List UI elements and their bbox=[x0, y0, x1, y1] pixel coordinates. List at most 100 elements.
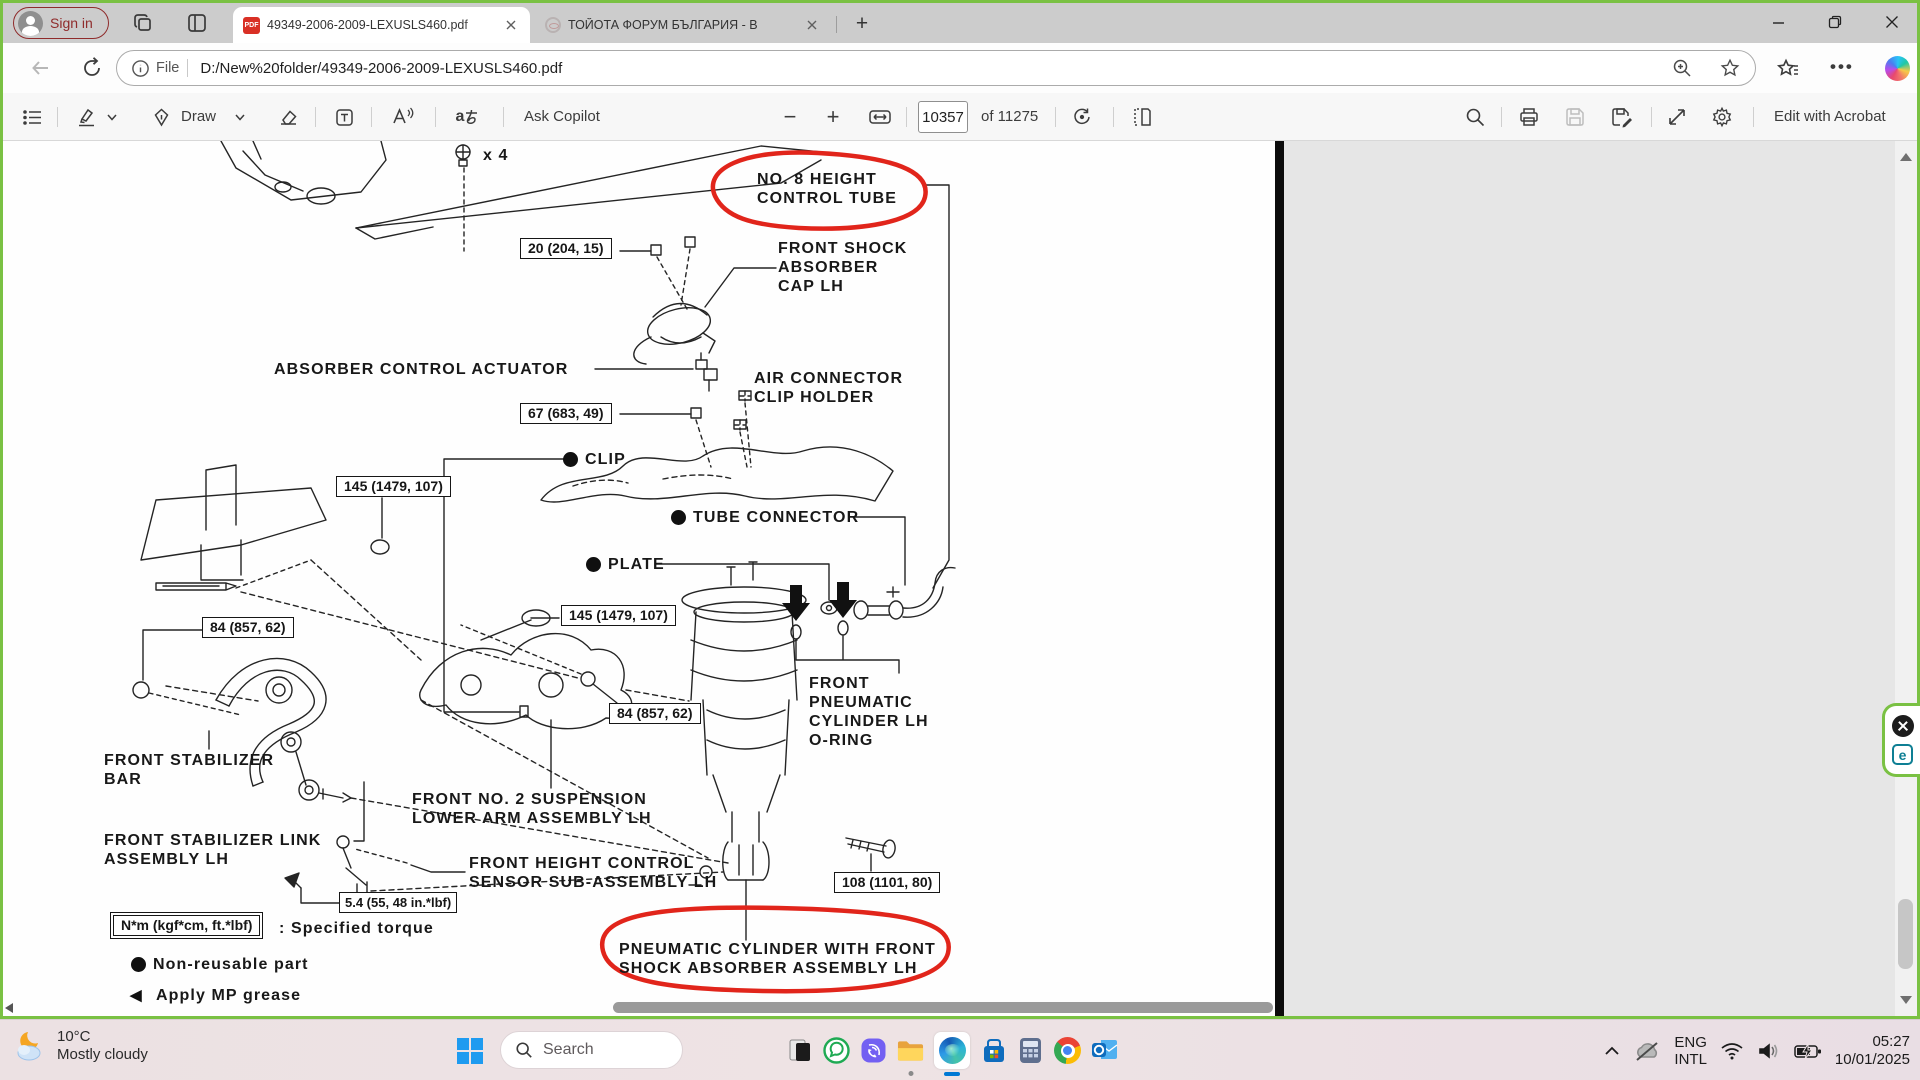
window-restore-button[interactable] bbox=[1812, 3, 1858, 41]
tab-forum-close-icon[interactable] bbox=[804, 17, 820, 33]
window-close-button[interactable] bbox=[1869, 3, 1915, 41]
app-icon-file-explorer[interactable] bbox=[897, 1032, 924, 1069]
tab-actions-icon[interactable] bbox=[185, 11, 209, 35]
toolbar-separator bbox=[906, 107, 907, 127]
app-icon-microsoft-store[interactable] bbox=[980, 1032, 1007, 1069]
zoom-out-icon[interactable]: − bbox=[778, 105, 802, 129]
tab-forum-title: ТОЙОТА ФОРУМ БЪЛГАРИЯ - В bbox=[568, 18, 798, 32]
app-icon-whatsapp[interactable] bbox=[823, 1032, 850, 1069]
diagram-label-spec-torque-note: : Specified torque bbox=[279, 919, 434, 938]
search-document-icon[interactable] bbox=[1461, 105, 1489, 129]
app-icon-edge-active[interactable] bbox=[934, 1032, 970, 1069]
highlight-icon[interactable] bbox=[73, 105, 99, 129]
hscroll-left-arrow-icon[interactable] bbox=[5, 1003, 13, 1013]
refresh-icon[interactable] bbox=[80, 56, 104, 80]
settings-more-icon[interactable]: ••• bbox=[1830, 57, 1854, 81]
save-icon[interactable] bbox=[1561, 105, 1589, 129]
scheme-label: File bbox=[156, 60, 179, 76]
fullscreen-icon[interactable] bbox=[1663, 105, 1691, 129]
print-icon[interactable] bbox=[1515, 105, 1543, 129]
app-icon-photos[interactable] bbox=[786, 1032, 813, 1069]
weather-condition: Mostly cloudy bbox=[57, 1046, 148, 1064]
page-number-input[interactable] bbox=[918, 101, 968, 133]
favorites-bar-icon[interactable] bbox=[1776, 57, 1800, 81]
toolbar-separator bbox=[57, 107, 58, 127]
sign-in-button[interactable]: Sign in bbox=[13, 7, 109, 39]
grease-arrow-icon: ◀ bbox=[130, 986, 142, 1005]
draw-label[interactable]: Draw bbox=[181, 105, 216, 129]
vscroll-down-arrow-icon[interactable] bbox=[1900, 996, 1912, 1004]
toc-icon[interactable] bbox=[19, 105, 45, 129]
tray-chevron-up-icon[interactable] bbox=[1604, 1045, 1620, 1057]
diagram-label-front-shock-absorber-cap: FRONT SHOCKABSORBERCAP LH bbox=[778, 239, 907, 296]
zoom-in-icon[interactable]: + bbox=[821, 105, 845, 129]
translate-icon[interactable]: a bbox=[451, 105, 485, 129]
address-bar[interactable]: File D:/New%20folder/49349-2006-2009-LEX… bbox=[116, 50, 1756, 86]
vscroll-up-arrow-icon[interactable] bbox=[1900, 153, 1912, 161]
taskbar-clock[interactable]: 05:27 10/01/2025 bbox=[1835, 1033, 1910, 1069]
workspaces-icon[interactable] bbox=[131, 11, 155, 35]
toolbar-separator bbox=[1651, 107, 1652, 127]
eset-banking-flyout[interactable]: e bbox=[1882, 703, 1920, 777]
language-indicator[interactable]: ENG INTL bbox=[1674, 1034, 1707, 1068]
battery-charging-icon[interactable] bbox=[1794, 1042, 1822, 1060]
diagram-label-tube-connector: TUBE CONNECTOR bbox=[693, 508, 859, 527]
draw-chevron-icon[interactable] bbox=[231, 105, 249, 129]
language-line1: ENG bbox=[1674, 1034, 1707, 1051]
taskbar-app-icons bbox=[786, 1032, 1118, 1069]
favorite-star-icon[interactable] bbox=[1719, 57, 1741, 79]
weather-icon bbox=[14, 1030, 48, 1062]
diagram-labels-layer: x 4NO. 8 HEIGHTCONTROL TUBEFRONT SHOCKAB… bbox=[3, 141, 1275, 1016]
wifi-icon[interactable] bbox=[1720, 1041, 1744, 1061]
back-icon[interactable] bbox=[29, 56, 53, 80]
highlight-chevron-icon[interactable] bbox=[103, 105, 121, 129]
onedrive-paused-icon[interactable] bbox=[1633, 1040, 1661, 1062]
window-minimize-button[interactable] bbox=[1755, 3, 1801, 41]
draw-pen-icon[interactable] bbox=[148, 105, 174, 129]
toyota-favicon bbox=[545, 17, 561, 33]
volume-icon[interactable] bbox=[1757, 1041, 1781, 1061]
clock-time: 05:27 bbox=[1835, 1033, 1910, 1051]
diagram-label-apply-mp-grease: Apply MP grease◀ bbox=[156, 986, 301, 1005]
copilot-icon[interactable] bbox=[1885, 56, 1910, 81]
taskbar-search[interactable]: Search bbox=[500, 1031, 683, 1069]
app-icon-calculator[interactable] bbox=[1017, 1032, 1044, 1069]
diagram-torque-84-right: 84 (857, 62) bbox=[609, 703, 701, 724]
save-as-icon[interactable] bbox=[1607, 105, 1635, 129]
tab-pdf[interactable]: PDF 49349-2006-2009-LEXUSLS460.pdf bbox=[233, 7, 530, 43]
screen: Sign in PDF 49349-2006-2009-LEXUSLS460.p… bbox=[0, 0, 1920, 1080]
vertical-scrollbar[interactable] bbox=[1895, 141, 1917, 1016]
rotate-icon[interactable] bbox=[1068, 105, 1096, 129]
toolbar-separator bbox=[315, 107, 316, 127]
diagram-spec-torque-box: N*m (kgf*cm, ft.*lbf) bbox=[113, 915, 260, 936]
non-reusable-dot-icon bbox=[586, 557, 601, 572]
diagram-label-front-pneumatic-cylinder-o-ring: FRONTPNEUMATICCYLINDER LHO-RING bbox=[809, 674, 929, 750]
diagram-label-front-no2-suspension-lower-arm: FRONT NO. 2 SUSPENSIONLOWER ARM ASSEMBLY… bbox=[412, 790, 652, 828]
read-aloud-icon[interactable] bbox=[387, 105, 417, 129]
edit-with-acrobat-button[interactable]: Edit with Acrobat bbox=[1774, 105, 1886, 129]
add-text-icon[interactable] bbox=[331, 105, 357, 129]
url-text[interactable]: D:/New%20folder/49349-2006-2009-LEXUSLS4… bbox=[200, 60, 1645, 77]
diagram-label-non-reusable-part: Non-reusable part bbox=[153, 955, 309, 974]
tab-forum[interactable]: ТОЙОТА ФОРУМ БЪЛГАРИЯ - В bbox=[535, 7, 831, 43]
fit-width-icon[interactable] bbox=[865, 105, 895, 129]
tab-pdf-close-icon[interactable] bbox=[503, 17, 519, 33]
language-line2: INTL bbox=[1674, 1051, 1707, 1068]
app-icon-chrome[interactable] bbox=[1054, 1032, 1081, 1069]
erase-icon[interactable] bbox=[275, 105, 301, 129]
vertical-scrollbar-thumb[interactable] bbox=[1898, 899, 1913, 969]
info-icon[interactable] bbox=[131, 59, 150, 78]
horizontal-scrollbar-thumb[interactable] bbox=[613, 1002, 1273, 1013]
clock-date: 10/01/2025 bbox=[1835, 1051, 1910, 1069]
profile-avatar-icon bbox=[18, 11, 43, 36]
pdf-settings-gear-icon[interactable] bbox=[1708, 105, 1736, 129]
new-tab-button[interactable]: + bbox=[848, 10, 876, 38]
eset-close-icon[interactable] bbox=[1892, 715, 1914, 737]
zoom-page-icon[interactable] bbox=[1671, 57, 1693, 79]
page-view-icon[interactable] bbox=[1128, 105, 1156, 129]
app-icon-viber[interactable] bbox=[860, 1032, 887, 1069]
ask-copilot-button[interactable]: Ask Copilot bbox=[524, 105, 600, 129]
app-icon-outlook[interactable] bbox=[1091, 1032, 1118, 1069]
taskbar-weather-widget[interactable]: 10°C Mostly cloudy bbox=[14, 1028, 148, 1064]
start-button[interactable] bbox=[455, 1036, 485, 1066]
